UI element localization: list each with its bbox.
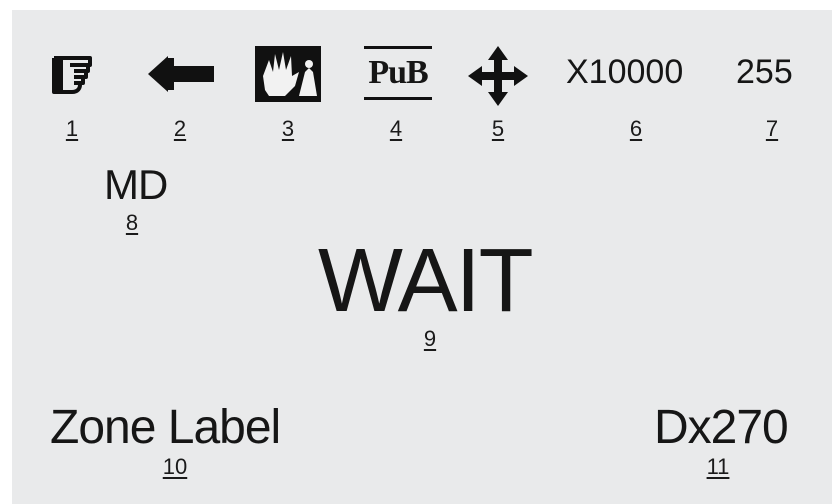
- count-number: 7: [765, 116, 779, 141]
- mode-number: 8: [125, 210, 139, 235]
- position-number: 11: [706, 454, 730, 479]
- move-arrows-icon: [468, 46, 528, 106]
- hand-pan-icon: [255, 46, 321, 102]
- arrow-left-icon: [146, 52, 216, 96]
- message-number: 9: [423, 326, 437, 351]
- hand-pointer-icon: [50, 52, 94, 96]
- icon-1-number: 1: [65, 116, 79, 141]
- status-message: WAIT: [318, 231, 534, 331]
- icon-5-number: 5: [491, 116, 505, 141]
- mode-value: MD: [104, 161, 168, 208]
- icon-2-number: 2: [173, 116, 187, 141]
- icon-4-number: 4: [389, 116, 403, 141]
- zone-label: Zone Label: [50, 401, 281, 454]
- zoom-number: 6: [629, 116, 643, 141]
- count-value: 255: [736, 53, 793, 91]
- pub-icon: PuB: [364, 46, 432, 100]
- pub-icon-text: PuB: [368, 54, 428, 91]
- zone-label-number: 10: [162, 454, 188, 479]
- zoom-value: X10000: [566, 53, 684, 91]
- position-value: Dx270: [654, 401, 789, 454]
- icon-3-number: 3: [281, 116, 295, 141]
